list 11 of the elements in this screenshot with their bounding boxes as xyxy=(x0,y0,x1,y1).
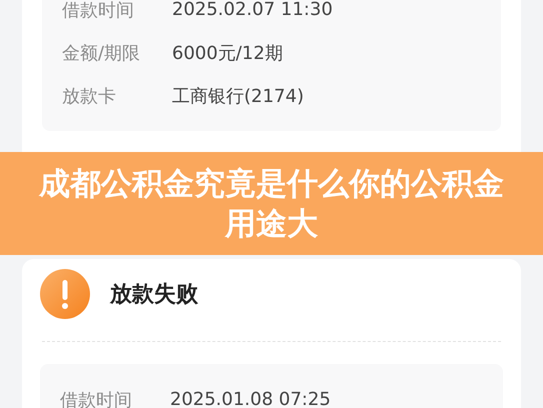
detail-value: 2025.01.08 07:25 xyxy=(170,389,331,408)
detail-value: 6000元/12期 xyxy=(172,42,283,64)
detail-label: 放款卡 xyxy=(62,84,117,108)
detail-value: 工商银行(2174) xyxy=(172,84,304,108)
banner-title: 成都公积金究竟是什么你的公积金用途大 xyxy=(38,164,505,244)
warning-icon xyxy=(40,269,90,319)
detail-label: 金额/期限 xyxy=(62,42,142,64)
status-title: 放款失败 xyxy=(110,281,198,309)
detail-label: 借款时间 xyxy=(60,388,133,408)
detail-label: 借款时间 xyxy=(62,0,135,22)
detail-value: 2025.02.07 11:30 xyxy=(172,0,333,20)
